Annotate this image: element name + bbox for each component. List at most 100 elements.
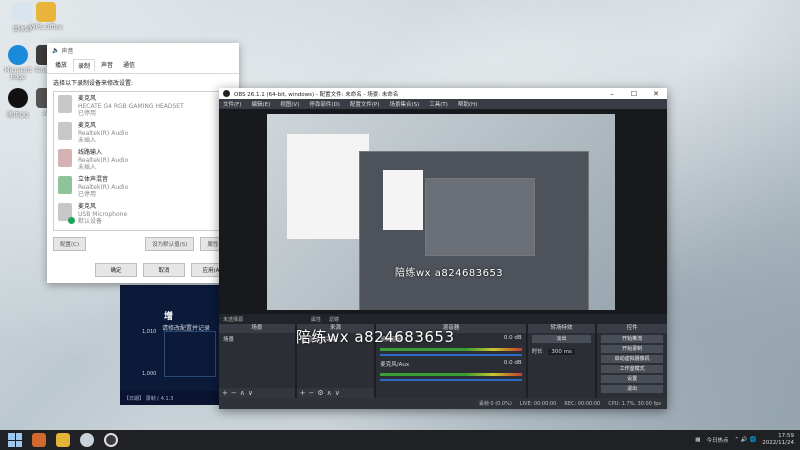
sound-dialog[interactable]: 🔈 声音 播放 录制 声音 通信 选择以下录制设备来修改设置: 麦克风 HECAT… <box>47 43 239 283</box>
wps-icon <box>36 2 56 22</box>
nested-sound-dialog-2 <box>383 170 423 230</box>
audio-meter <box>380 373 522 376</box>
controls-header: 控件 <box>597 324 667 333</box>
list-item[interactable]: 线路输入 Realtek(R) Audio 未插入 <box>54 146 232 173</box>
background-app-footer: 【日期】 录制 ( 4.1.3 <box>120 391 220 405</box>
edge-icon <box>8 45 28 65</box>
sound-dialog-title: 声音 <box>61 47 74 55</box>
usb-microphone-icon <box>58 203 75 224</box>
obs-menubar: 文件(F) 编辑(E) 视图(V) 停靠部件(D) 配置文件(P) 场景集合(S… <box>219 99 667 109</box>
headset-mic-icon <box>58 95 72 113</box>
duration-row: 时长 300 ms <box>528 345 596 357</box>
menu-docks[interactable]: 停靠部件(D) <box>309 100 340 108</box>
duration-input[interactable]: 300 ms <box>548 349 575 355</box>
windows-start-icon[interactable] <box>8 433 22 447</box>
scenes-panel[interactable]: 场景 场景 +−∧∨ <box>219 324 295 398</box>
scenes-footer[interactable]: +−∧∨ <box>219 388 295 398</box>
cpu-fps: CPU: 1.7%, 30.00 fps <box>608 400 661 407</box>
tab-playback[interactable]: 播放 <box>51 59 71 71</box>
obs-title: OBS 26.1.1 (64-bit, windows) - 配置文件: 未命名… <box>234 91 399 98</box>
nested-watermark: 陪练wx a824683653 <box>395 268 504 279</box>
system-tray: ▦ 今日热点 ⌃ 🔊 🌐 17:59 2022/11/24 <box>695 433 800 447</box>
qq-penguin-icon <box>8 88 28 108</box>
menu-help[interactable]: 帮助(H) <box>458 100 477 108</box>
menu-edit[interactable]: 编辑(E) <box>251 100 270 108</box>
tab-communications[interactable]: 通信 <box>119 59 139 71</box>
filters-button[interactable]: 滤镜 <box>329 316 339 323</box>
background-app-title: 增 <box>164 312 174 322</box>
transition-select[interactable]: 淡出 <box>531 335 592 343</box>
studio-mode-button[interactable]: 工作室模式 <box>601 365 663 373</box>
virtual-camera-button[interactable]: 启动虚拟摄像机 <box>601 355 663 363</box>
menu-file[interactable]: 文件(F) <box>223 100 241 108</box>
obs-statusbar: 丢帧 0 (0.0%) LIVE: 00:00:00 REC: 00:00:00… <box>219 398 667 409</box>
news-icon[interactable]: ▦ <box>695 437 700 443</box>
maximize-icon[interactable]: ☐ <box>623 90 645 98</box>
clock[interactable]: 17:59 2022/11/24 <box>762 433 794 447</box>
settings-button[interactable]: 设置 <box>601 375 663 383</box>
transitions-header: 转场特效 <box>527 324 596 333</box>
taskbar-obs-icon[interactable] <box>104 433 118 447</box>
transitions-panel[interactable]: 转场特效 淡出 时长 300 ms <box>527 324 596 398</box>
weather-widget[interactable]: 今日热点 <box>706 436 728 444</box>
start-streaming-button[interactable]: 开始推流 <box>601 335 663 343</box>
cancel-button[interactable]: 取消 <box>143 263 185 277</box>
taskbar-folder-icon[interactable] <box>56 433 70 447</box>
properties-button[interactable]: 属性 <box>311 316 321 323</box>
start-recording-button[interactable]: 开始录制 <box>601 345 663 353</box>
controls-panel[interactable]: 控件 开始推流 开始录制 启动虚拟摄像机 工作室模式 设置 退出 <box>597 324 667 398</box>
nested-sound-dialog <box>287 134 369 239</box>
source-toolbar: 未选择源 属性 滤镜 <box>219 314 667 324</box>
preview-canvas: 陪练wx a824683653 <box>267 114 615 310</box>
speaker-icon: 🔈 <box>52 46 62 54</box>
audio-meter <box>380 348 522 351</box>
recording-device-list[interactable]: 麦克风 HECATE G4 RGB GAMING HEADSET 已停用 麦克风 Re… <box>53 91 233 231</box>
rec-timer: REC: 00:00:00 <box>564 400 601 407</box>
tray-icons[interactable]: ⌃ 🔊 🌐 <box>734 437 756 443</box>
tab-sounds[interactable]: 声音 <box>97 59 117 71</box>
scenes-header: 场景 <box>219 324 295 333</box>
y-tick-label: 1,000 <box>142 371 157 377</box>
sound-tabs: 播放 录制 声音 通信 <box>47 57 239 74</box>
volume-slider[interactable] <box>380 354 522 356</box>
list-item[interactable]: 立体声混音 Realtek(R) Audio 已停用 <box>54 173 232 200</box>
tab-recording[interactable]: 录制 <box>73 59 96 72</box>
nested-obs-window-2 <box>425 178 535 256</box>
dropped-frames: 丢帧 0 (0.0%) <box>478 401 512 407</box>
microphone-icon <box>58 122 72 140</box>
sources-footer[interactable]: +−⚙∧∨ <box>296 388 375 398</box>
background-chart-window[interactable]: 增 请修改配置并记录 1,010 1,000 【日期】 录制 ( 4.1.3 <box>120 285 220 405</box>
background-chart-axis <box>164 331 216 377</box>
minimize-icon[interactable]: – <box>601 90 623 98</box>
desktop-icon-wps[interactable]: WPS Office <box>26 2 66 31</box>
exit-button[interactable]: 退出 <box>601 385 663 393</box>
window-controls: – ☐ ✕ <box>601 90 667 98</box>
menu-scene-collection[interactable]: 场景集合(S) <box>389 100 419 108</box>
watermark-text: 陪练wx a824683653 <box>296 328 455 346</box>
recording-hint: 选择以下录制设备来修改设置: <box>53 80 134 87</box>
taskbar: ▦ 今日热点 ⌃ 🔊 🌐 17:59 2022/11/24 <box>0 430 800 450</box>
device-actions: 配置(C) 设为默认值(S) 属性(P) <box>47 231 239 257</box>
obs-window[interactable]: OBS 26.1.1 (64-bit, windows) - 配置文件: 未命名… <box>219 88 667 409</box>
menu-view[interactable]: 视图(V) <box>280 100 299 108</box>
live-timer: LIVE: 00:00:00 <box>519 400 557 407</box>
mixer-track: 麦克风/Aux 0.0 dB <box>380 360 522 368</box>
ok-button[interactable]: 确定 <box>95 263 137 277</box>
obs-titlebar[interactable]: OBS 26.1.1 (64-bit, windows) - 配置文件: 未命名… <box>219 88 667 99</box>
close-icon[interactable]: ✕ <box>645 90 667 98</box>
list-item[interactable]: 麦克风 USB Microphone 默认设备 <box>54 200 232 227</box>
set-default-button[interactable]: 设为默认值(S) <box>145 237 195 251</box>
configure-button[interactable]: 配置(C) <box>53 237 87 251</box>
sound-dialog-titlebar[interactable]: 🔈 声音 <box>47 43 239 57</box>
volume-slider[interactable] <box>380 379 522 381</box>
list-item[interactable]: 麦克风 Realtek(R) Audio 未插入 <box>54 119 232 146</box>
menu-profile[interactable]: 配置文件(P) <box>350 100 380 108</box>
scene-item[interactable]: 场景 <box>219 333 295 345</box>
no-source-selected: 未选择源 <box>223 316 244 323</box>
list-item[interactable]: 麦克风 HECATE G4 RGB GAMING HEADSET 已停用 <box>54 92 232 119</box>
line-in-icon <box>58 149 72 167</box>
taskbar-app-icon[interactable] <box>32 433 46 447</box>
taskbar-mouse-icon[interactable] <box>80 433 94 447</box>
menu-tools[interactable]: 工具(T) <box>429 100 448 108</box>
obs-preview[interactable]: 陪练wx a824683653 <box>219 109 667 314</box>
